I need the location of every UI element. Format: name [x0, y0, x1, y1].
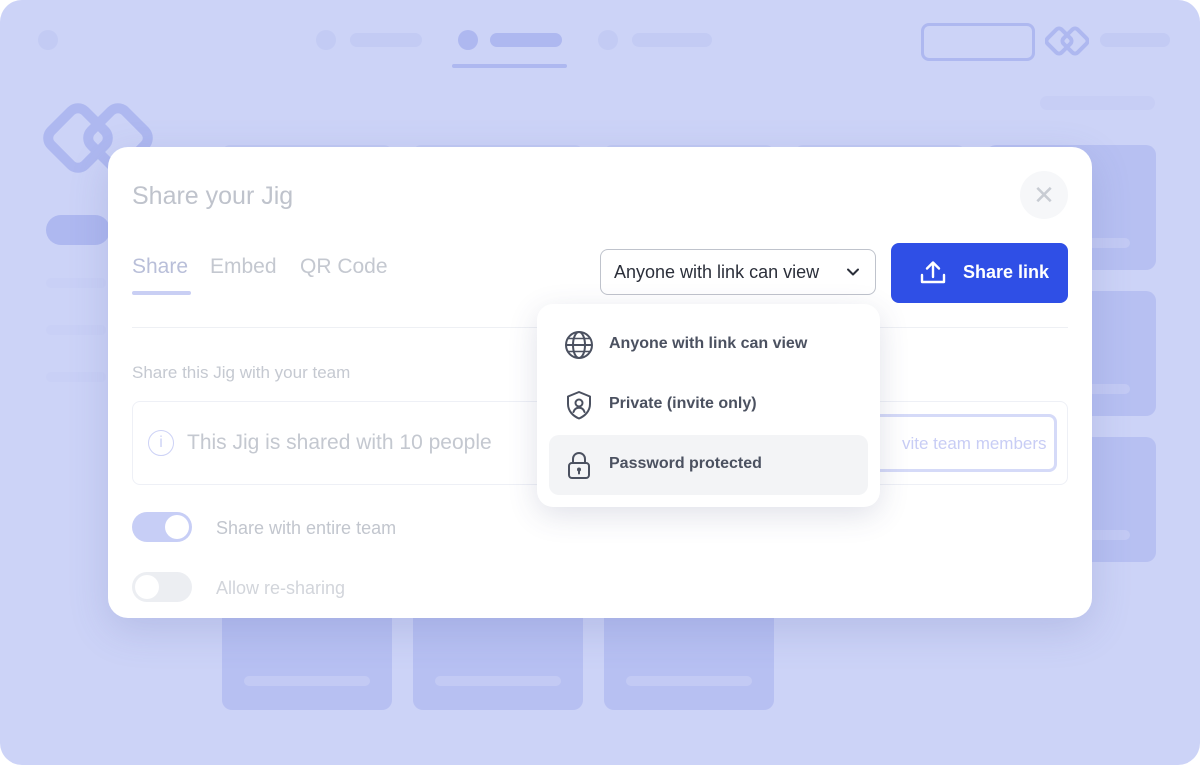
nav-placeholder: [1040, 96, 1155, 110]
access-level-value: Anyone with link can view: [614, 261, 820, 282]
upload-icon: [920, 261, 946, 284]
sidebar-placeholder: [46, 215, 110, 245]
close-button[interactable]: ✕: [1020, 171, 1068, 219]
dropdown-option-label: Private (invite only): [609, 395, 757, 412]
nav-placeholder: [632, 33, 712, 47]
allow-resharing-label: Allow re-sharing: [216, 578, 346, 598]
backdrop-button: [921, 23, 1035, 61]
share-link-label: Share link: [963, 262, 1050, 282]
access-level-dropdown: Anyone with link can view Private (invit…: [537, 304, 880, 507]
info-icon: i: [148, 430, 174, 456]
shield-user-icon: [567, 391, 591, 420]
nav-dot: [598, 30, 618, 50]
nav-dot: [38, 30, 58, 50]
dropdown-option-private[interactable]: Private (invite only): [549, 375, 868, 435]
lock-icon: [568, 451, 590, 479]
sidebar-placeholder: [46, 278, 106, 288]
share-entire-team-toggle[interactable]: [132, 512, 192, 542]
toggle-knob: [165, 515, 189, 539]
active-tab-underline: [132, 291, 191, 295]
toggle-knob: [135, 575, 159, 599]
nav-placeholder: [350, 33, 422, 47]
dropdown-option-password[interactable]: Password protected: [549, 435, 868, 495]
dropdown-option-label: Anyone with link can view: [609, 335, 808, 352]
modal-title: Share your Jig: [132, 182, 294, 210]
tab-embed[interactable]: Embed: [210, 255, 277, 279]
access-level-select[interactable]: Anyone with link can view: [600, 249, 876, 295]
sidebar-placeholder: [46, 325, 106, 335]
tab-qr-code[interactable]: QR Code: [300, 255, 388, 279]
close-icon: ✕: [1033, 179, 1055, 210]
nav-placeholder: [1100, 33, 1170, 47]
invite-label: vite team members: [902, 434, 1047, 453]
share-link-button[interactable]: Share link: [891, 243, 1068, 303]
share-entire-team-label: Share with entire team: [216, 518, 397, 538]
card-placeholder-line: [626, 676, 752, 686]
nav-placeholder: [490, 33, 562, 47]
nav-dot: [316, 30, 336, 50]
sidebar-placeholder: [46, 372, 106, 382]
nav-dot: [458, 30, 478, 50]
card-placeholder-line: [435, 676, 561, 686]
section-label: Share this Jig with your team: [132, 363, 351, 382]
brand-logo-icon: [1045, 26, 1089, 56]
allow-resharing-toggle[interactable]: [132, 572, 192, 602]
nav-active-underline: [452, 64, 567, 68]
dropdown-option-anyone[interactable]: Anyone with link can view: [549, 315, 868, 375]
tab-share[interactable]: Share: [132, 255, 188, 279]
share-count-text: This Jig is shared with 10 people: [187, 431, 492, 454]
globe-icon: [565, 331, 593, 359]
card-placeholder-line: [244, 676, 370, 686]
chevron-down-icon: [847, 268, 859, 276]
dropdown-option-label: Password protected: [609, 455, 762, 472]
